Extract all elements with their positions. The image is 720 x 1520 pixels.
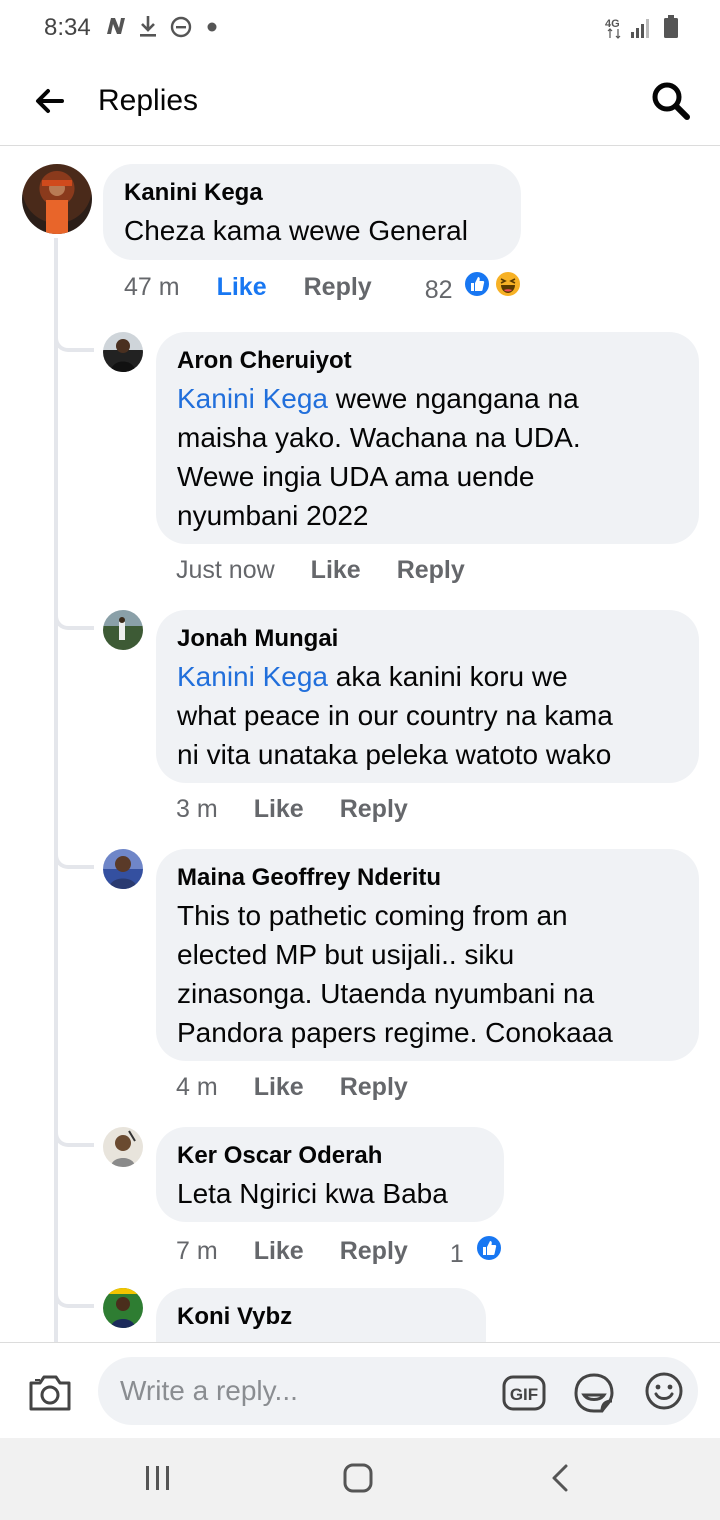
reply-actions: 3 m Like Reply (176, 795, 408, 824)
network-4g-icon: 4G (604, 16, 652, 45)
like-button[interactable]: Like (311, 556, 361, 585)
n-icon (104, 14, 128, 43)
reply-text: Kanini Kega wewe ngangana na maisha yako.… (177, 383, 581, 531)
reply-text: Leta Ngirici kwa Baba (177, 1178, 448, 1209)
thread-connector (54, 851, 94, 869)
reply-time[interactable]: 3 m (176, 795, 218, 824)
chevron-left-icon (552, 1464, 568, 1492)
avatar[interactable] (103, 610, 143, 650)
status-bar: 8:34 4G (0, 0, 720, 56)
gif-icon: GIF (502, 1375, 546, 1411)
search-button[interactable] (650, 80, 692, 122)
reply-time[interactable]: 7 m (176, 1237, 218, 1266)
reply-actions: 7 m Like Reply 1 (176, 1234, 503, 1269)
do-not-disturb-icon (169, 14, 193, 43)
thread-line (54, 238, 58, 1342)
reaction-count: 82 (424, 276, 453, 304)
reply-text: Kanini Kega aka kanini koru we what peace… (177, 661, 613, 770)
reply-button[interactable]: Reply (340, 1237, 408, 1266)
thread-connector (54, 612, 94, 630)
reply-actions: Just now Like Reply (176, 556, 465, 585)
like-button[interactable]: Like (254, 795, 304, 824)
comment-time[interactable]: 47 m (124, 273, 180, 302)
reply-author[interactable]: Koni Vybz (177, 1302, 464, 1332)
like-reaction-icon (474, 1234, 503, 1262)
reply-actions: 4 m Like Reply (176, 1073, 408, 1102)
comment-thread[interactable]: Kanini Kega Cheza kama wewe General 47 m… (0, 146, 720, 1342)
thread-connector (54, 334, 94, 352)
reply-bubble[interactable]: Jonah Mungai Kanini Kega aka kanini koru… (156, 610, 699, 783)
comment-author[interactable]: Kanini Kega (124, 178, 499, 208)
system-nav-bar (0, 1438, 720, 1520)
reply-bubble[interactable]: Aron Cheruiyot Kanini Kega wewe ngangana… (156, 332, 699, 544)
dot-icon (205, 14, 219, 43)
like-button[interactable]: Like (254, 1073, 304, 1102)
reply-author[interactable]: Jonah Mungai (177, 624, 677, 654)
reply-button[interactable]: Reply (340, 1073, 408, 1102)
svg-text:GIF: GIF (510, 1385, 538, 1404)
reply-time[interactable]: Just now (176, 556, 275, 585)
emoji-icon (645, 1372, 683, 1410)
avatar[interactable] (103, 1127, 143, 1167)
app-header: Replies (0, 56, 720, 146)
comment-actions: 47 m Like Reply 82 (124, 270, 523, 305)
thread-connector (54, 1290, 94, 1308)
reply-bubble[interactable]: Maina Geoffrey Nderitu This to pathetic … (156, 849, 699, 1061)
camera-button[interactable] (27, 1371, 73, 1413)
search-icon (652, 82, 690, 120)
reply-author[interactable]: Maina Geoffrey Nderitu (177, 863, 677, 893)
sticker-icon (574, 1373, 614, 1413)
download-icon (138, 14, 158, 43)
battery-icon (662, 14, 680, 45)
back-button[interactable] (30, 80, 70, 120)
mention-link[interactable]: Kanini Kega (177, 383, 328, 414)
reply-author[interactable]: Aron Cheruiyot (177, 346, 677, 376)
avatar[interactable] (103, 332, 143, 372)
reaction-count: 1 (449, 1240, 464, 1268)
avatar[interactable] (22, 164, 92, 234)
reply-author[interactable]: Ker Oscar Oderah (177, 1141, 482, 1171)
home-icon (343, 1463, 373, 1493)
home-button[interactable] (338, 1462, 378, 1496)
camera-icon (29, 1375, 71, 1411)
like-button[interactable]: Like (217, 273, 267, 302)
recent-apps-button[interactable] (138, 1462, 178, 1496)
avatar[interactable] (103, 1288, 143, 1328)
recent-apps-icon (146, 1466, 169, 1490)
reply-text: This to pathetic coming from an elected M… (177, 900, 613, 1048)
emoji-button[interactable] (644, 1371, 684, 1411)
like-reaction-icon (463, 270, 492, 298)
reply-bubble[interactable]: Koni Vybz (156, 1288, 486, 1342)
sticker-button[interactable] (572, 1371, 616, 1415)
reaction-summary[interactable]: 82 (425, 270, 523, 305)
like-button[interactable]: Like (254, 1237, 304, 1266)
reply-button[interactable]: Reply (397, 556, 465, 585)
system-back-button[interactable] (542, 1462, 582, 1496)
haha-reaction-icon (494, 270, 523, 298)
reply-bubble[interactable]: Ker Oscar Oderah Leta Ngirici kwa Baba (156, 1127, 504, 1222)
reply-time[interactable]: 4 m (176, 1073, 218, 1102)
arrow-left-icon (36, 89, 64, 113)
page-title: Replies (98, 84, 199, 117)
thread-connector (54, 1129, 94, 1147)
reply-button[interactable]: Reply (340, 795, 408, 824)
reaction-summary[interactable]: 1 (450, 1234, 503, 1269)
comment-text: Cheza kama wewe General (124, 215, 468, 246)
reply-composer: GIF (0, 1342, 720, 1438)
avatar[interactable] (103, 849, 143, 889)
status-time: 8:34 (44, 14, 91, 41)
comment-bubble[interactable]: Kanini Kega Cheza kama wewe General (103, 164, 521, 260)
gif-button[interactable]: GIF (502, 1375, 546, 1411)
reply-button[interactable]: Reply (304, 273, 372, 302)
mention-link[interactable]: Kanini Kega (177, 661, 328, 692)
svg-text:4G: 4G (605, 18, 620, 30)
